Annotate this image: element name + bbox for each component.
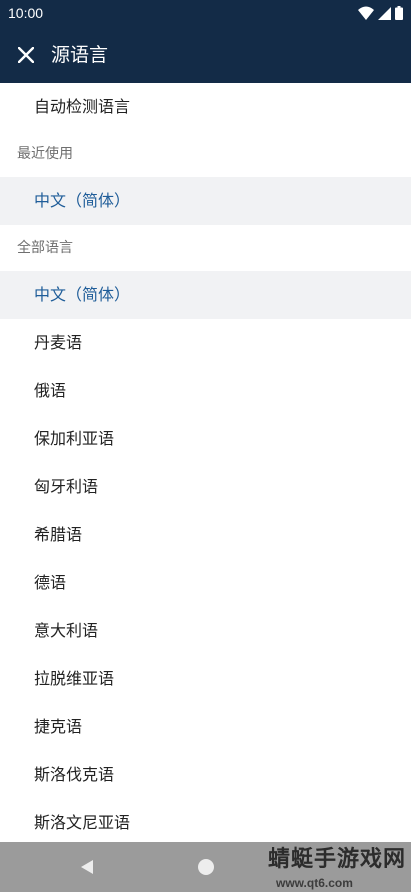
language-item-hungarian[interactable]: 匈牙利语 (0, 463, 411, 511)
language-item-danish[interactable]: 丹麦语 (0, 319, 411, 367)
page-title: 源语言 (51, 44, 109, 66)
language-item-russian[interactable]: 俄语 (0, 367, 411, 415)
language-item-latvian[interactable]: 拉脱维亚语 (0, 655, 411, 703)
wifi-icon (358, 6, 374, 20)
language-item-bulgarian[interactable]: 保加利亚语 (0, 415, 411, 463)
battery-icon (395, 6, 403, 20)
cell-signal-icon (378, 6, 391, 20)
nav-back-icon[interactable] (78, 858, 96, 876)
status-bar: 10:00 (0, 0, 411, 27)
status-icons (358, 5, 403, 21)
language-item-czech[interactable]: 捷克语 (0, 703, 411, 751)
language-item-german[interactable]: 德语 (0, 559, 411, 607)
nav-home-icon[interactable] (198, 859, 214, 875)
auto-detect-option[interactable]: 自动检测语言 (0, 83, 411, 131)
close-icon (18, 47, 34, 63)
watermark-title: 蜻蜓手游戏网 (268, 847, 407, 872)
language-item-slovak[interactable]: 斯洛伐克语 (0, 751, 411, 799)
close-button[interactable] (10, 39, 42, 71)
recent-section-header: 最近使用 (17, 146, 73, 162)
language-item-italian[interactable]: 意大利语 (0, 607, 411, 655)
all-languages-section-header: 全部语言 (17, 240, 73, 256)
language-list: 自动检测语言 最近使用 中文（简体） 全部语言 中文（简体） 丹麦语 俄语 保加… (0, 83, 411, 847)
language-item-slovenian[interactable]: 斯洛文尼亚语 (0, 799, 411, 847)
status-time: 10:00 (8, 5, 44, 21)
app-bar: 源语言 (0, 27, 411, 83)
watermark-url: www.qt6.com (276, 876, 353, 890)
recent-item-chinese-simplified[interactable]: 中文（简体） (0, 177, 411, 225)
language-item-chinese-simplified[interactable]: 中文（简体） (0, 271, 411, 319)
language-item-greek[interactable]: 希腊语 (0, 511, 411, 559)
